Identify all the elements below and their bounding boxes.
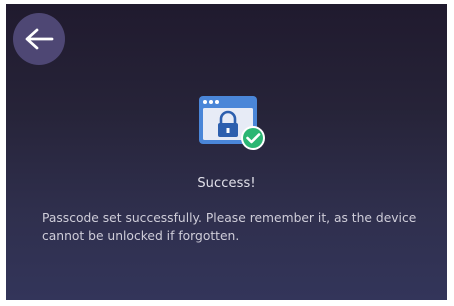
arrow-left-icon bbox=[25, 28, 54, 50]
status-message: Passcode set successfully. Please rememb… bbox=[42, 211, 417, 243]
success-screen: Success! Passcode set successfully. Plea… bbox=[6, 4, 447, 300]
unlocked-window-check-icon bbox=[199, 96, 265, 150]
back-button[interactable] bbox=[13, 13, 65, 65]
status-title: Success! bbox=[197, 176, 256, 191]
